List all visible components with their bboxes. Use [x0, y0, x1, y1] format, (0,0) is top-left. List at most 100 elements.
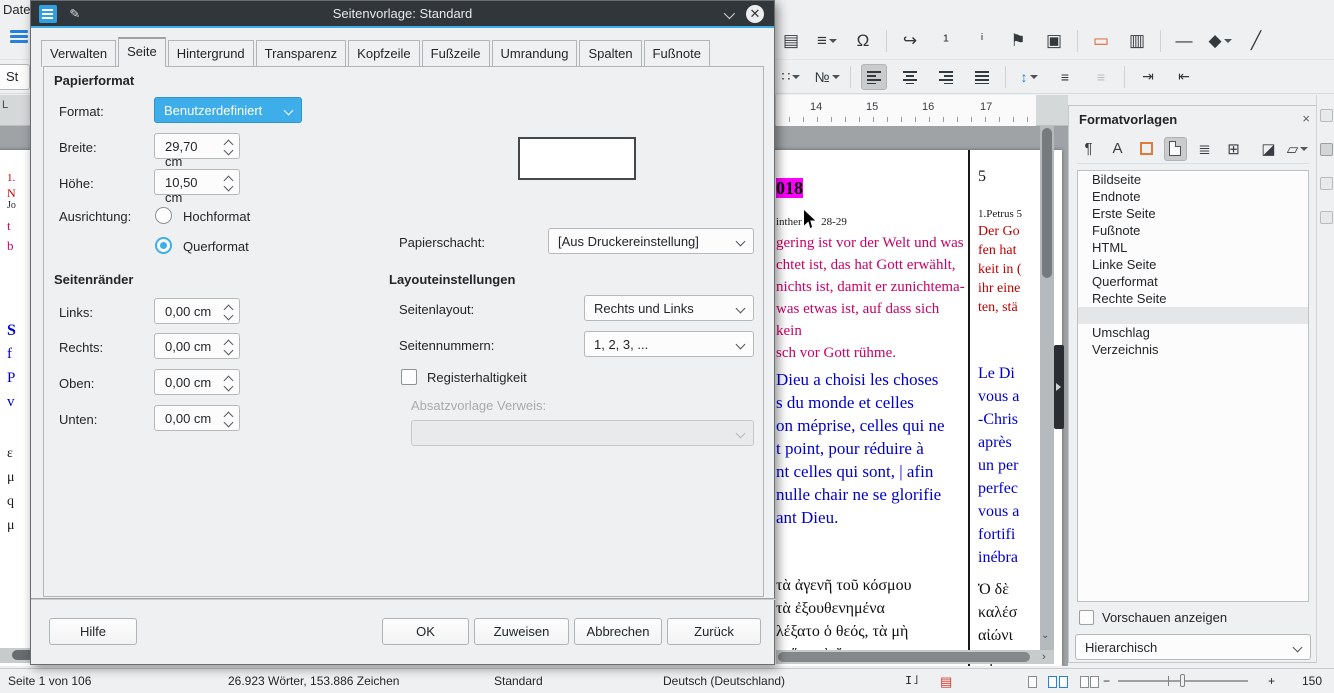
- sidebar-tab-navigator[interactable]: [1320, 211, 1333, 224]
- portrait-radio[interactable]: [155, 207, 172, 224]
- reset-button[interactable]: Zurück: [667, 618, 761, 645]
- list-item-selected[interactable]: [1078, 307, 1308, 324]
- horizontal-scrollbar-left[interactable]: [0, 648, 30, 663]
- bullet-list-icon[interactable]: ∷: [778, 64, 804, 90]
- help-button[interactable]: Hilfe: [49, 618, 137, 645]
- tab-fusszeile[interactable]: Fußzeile: [422, 40, 490, 67]
- new-style-from-selection-icon[interactable]: ▱: [1286, 137, 1309, 161]
- tab-umrandung[interactable]: Umrandung: [492, 40, 578, 67]
- margin-right-spinner[interactable]: 0,00 cm: [154, 333, 240, 359]
- page-styles-icon[interactable]: [1164, 137, 1187, 161]
- insert-special-character-icon[interactable]: Ω: [850, 28, 876, 54]
- insert-bookmark-icon[interactable]: ⚑: [1005, 28, 1031, 54]
- table-icon[interactable]: [10, 28, 28, 44]
- fill-format-mode-icon[interactable]: ◪: [1257, 137, 1280, 161]
- selection-mode-icon[interactable]: I˩: [905, 674, 919, 688]
- insert-endnote-icon[interactable]: ⁱ: [969, 28, 995, 54]
- register-true-checkbox[interactable]: [401, 369, 417, 385]
- tab-hintergrund[interactable]: Hintergrund: [168, 40, 254, 67]
- scroll-down-arrow[interactable]: ⌄: [1041, 630, 1053, 642]
- align-right-icon[interactable]: [933, 64, 959, 90]
- insert-hyperlink-icon[interactable]: ↪: [897, 28, 923, 54]
- sidebar-splitter[interactable]: [1054, 345, 1064, 429]
- line-spacing-icon[interactable]: ↕: [1016, 64, 1042, 90]
- landscape-radio[interactable]: [155, 237, 172, 254]
- close-icon[interactable]: ×: [1302, 111, 1310, 126]
- paragraph-style-combo[interactable]: St: [0, 64, 30, 90]
- sidebar-tab-properties[interactable]: [1320, 109, 1333, 122]
- ok-button[interactable]: OK: [382, 618, 469, 645]
- basic-shapes-icon[interactable]: ◆: [1207, 28, 1233, 54]
- tab-seite[interactable]: Seite: [118, 37, 166, 67]
- horizontal-scrollbar[interactable]: [776, 650, 1054, 664]
- track-changes-icon[interactable]: ▥: [1124, 28, 1150, 54]
- tab-verwalten[interactable]: Verwalten: [41, 40, 116, 67]
- margin-left-spinner[interactable]: 0,00 cm: [154, 298, 240, 324]
- list-item[interactable]: Verzeichnis: [1078, 341, 1308, 358]
- list-item[interactable]: HTML: [1078, 239, 1308, 256]
- insert-comment-icon[interactable]: ▭: [1088, 28, 1114, 54]
- menu-datei[interactable]: Date: [3, 2, 30, 17]
- insert-cross-reference-icon[interactable]: ▣: [1041, 28, 1067, 54]
- align-justify-icon[interactable]: [969, 64, 995, 90]
- paper-tray-dropdown[interactable]: [Aus Druckereinstellung]: [548, 228, 754, 254]
- page-numbers-dropdown[interactable]: 1, 2, 3, ...: [584, 331, 754, 357]
- list-item[interactable]: Bildseite: [1078, 171, 1308, 188]
- list-styles-icon[interactable]: ≣: [1193, 137, 1216, 161]
- book-view-icon[interactable]: [1080, 674, 1101, 688]
- list-item[interactable]: Querformat: [1078, 273, 1308, 290]
- insert-footnote-icon[interactable]: ¹: [933, 28, 959, 54]
- page-layout-dropdown[interactable]: Rechts und Links: [584, 295, 754, 321]
- close-icon[interactable]: ✕: [746, 5, 764, 23]
- paragraph-spacing-icon[interactable]: ≡: [1052, 64, 1078, 90]
- cancel-button[interactable]: Abbrechen: [574, 618, 662, 645]
- sidebar-tab-gallery[interactable]: [1320, 177, 1333, 190]
- tab-transparenz[interactable]: Transparenz: [256, 40, 347, 67]
- page-style-status[interactable]: Standard: [494, 674, 543, 688]
- vertical-scrollbar-thumb[interactable]: [1042, 128, 1052, 278]
- align-center-icon[interactable]: [897, 64, 923, 90]
- decrease-indent-icon[interactable]: ⇤: [1171, 64, 1197, 90]
- zoom-out-button[interactable]: −: [1103, 674, 1110, 688]
- tab-stop-indicator[interactable]: L: [2, 99, 8, 111]
- zoom-in-button[interactable]: +: [1268, 674, 1275, 688]
- paragraph-styles-icon[interactable]: ¶: [1077, 137, 1100, 161]
- dialog-title-bar[interactable]: ✏ Seitenvorlage: Standard ✕: [31, 1, 774, 28]
- single-page-view-icon[interactable]: [1028, 674, 1039, 688]
- apply-button[interactable]: Zuweisen: [474, 618, 569, 645]
- tab-fussnote[interactable]: Fußnote: [644, 40, 710, 67]
- style-filter-dropdown[interactable]: Hierarchisch: [1075, 634, 1311, 660]
- zoom-level[interactable]: 150: [1302, 674, 1322, 688]
- align-left-icon[interactable]: [861, 64, 887, 90]
- unsaved-changes-icon[interactable]: ▤: [940, 674, 952, 690]
- language-status[interactable]: Deutsch (Deutschland): [663, 674, 785, 688]
- numbered-list-icon[interactable]: №: [814, 64, 840, 90]
- sidebar-tab-styles[interactable]: [1320, 143, 1333, 156]
- width-spinner[interactable]: 29,70 cm: [154, 133, 240, 159]
- page-count-status[interactable]: Seite 1 von 106: [8, 674, 91, 688]
- spin-down-icon[interactable]: [224, 146, 234, 156]
- insert-line-icon[interactable]: ―: [1171, 28, 1197, 54]
- increase-indent-icon[interactable]: ⇥: [1135, 64, 1161, 90]
- spin-down-icon[interactable]: [224, 182, 234, 192]
- frame-styles-icon[interactable]: [1135, 137, 1158, 161]
- insert-field-icon[interactable]: ≡: [814, 28, 840, 54]
- page-styles-list[interactable]: Bildseite Endnote Erste Seite Fußnote HT…: [1077, 170, 1309, 602]
- list-item[interactable]: Umschlag: [1078, 324, 1308, 341]
- scroll-right-arrow[interactable]: ›: [1042, 651, 1046, 663]
- height-spinner[interactable]: 10,50 cm: [154, 169, 240, 195]
- list-item[interactable]: Erste Seite: [1078, 205, 1308, 222]
- list-item[interactable]: Fußnote: [1078, 222, 1308, 239]
- margin-top-spinner[interactable]: 0,00 cm: [154, 369, 240, 395]
- margin-bottom-spinner[interactable]: 0,00 cm: [154, 405, 240, 431]
- draw-functions-icon[interactable]: ╱: [1243, 28, 1269, 54]
- multi-page-view-icon[interactable]: [1048, 674, 1070, 688]
- list-item[interactable]: Rechte Seite: [1078, 290, 1308, 307]
- table-styles-icon[interactable]: ⊞: [1222, 137, 1245, 161]
- show-previews-checkbox[interactable]: [1079, 610, 1094, 625]
- list-item[interactable]: Linke Seite: [1078, 256, 1308, 273]
- horizontal-scrollbar-thumb[interactable]: [778, 652, 1030, 662]
- list-item[interactable]: Endnote: [1078, 188, 1308, 205]
- word-count-status[interactable]: 26.923 Wörter, 153.886 Zeichen: [228, 674, 399, 688]
- vertical-scrollbar[interactable]: [1040, 126, 1054, 650]
